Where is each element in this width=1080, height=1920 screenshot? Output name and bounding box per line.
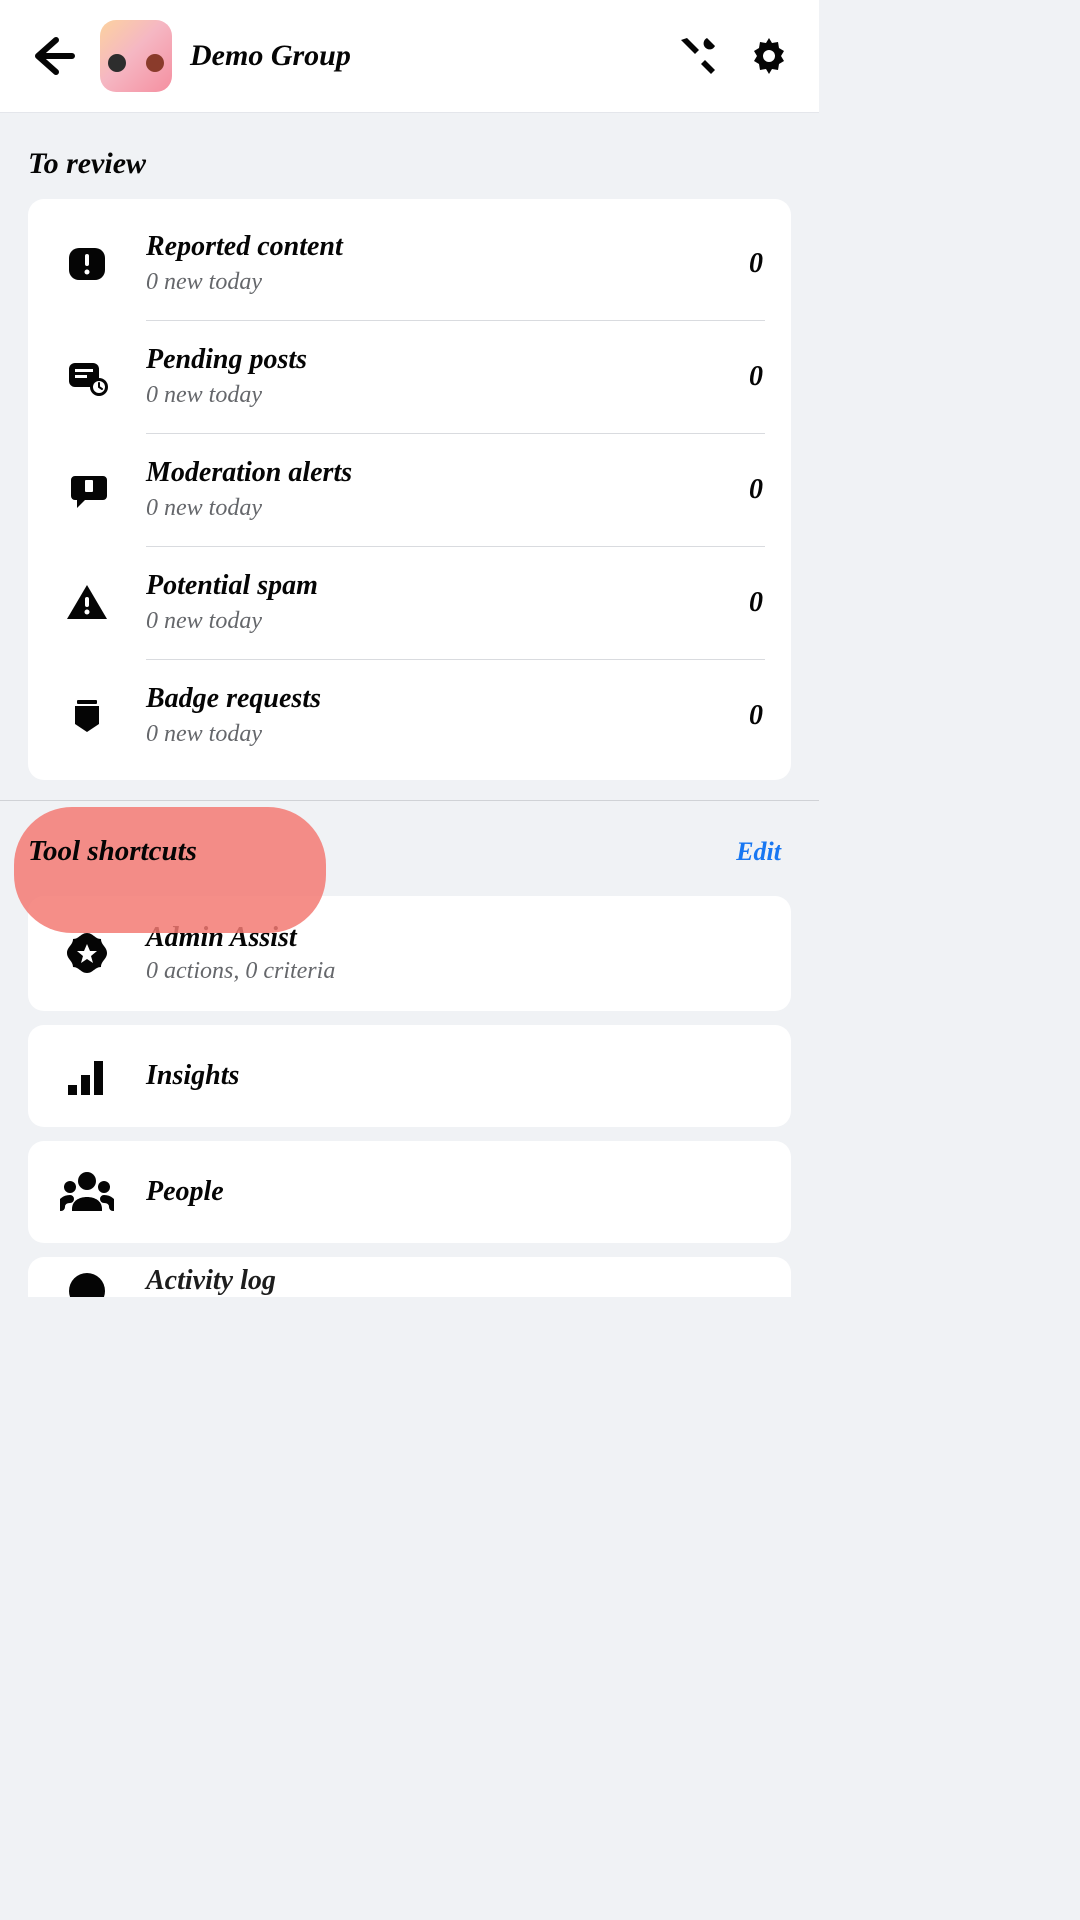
review-item-reported-content[interactable]: Reported content 0 new today 0 bbox=[28, 207, 791, 320]
admin-assist-icon bbox=[62, 929, 112, 979]
review-item-title: Moderation alerts bbox=[146, 457, 749, 489]
review-item-count: 0 bbox=[749, 700, 791, 732]
tool-item-title: Insights bbox=[146, 1060, 791, 1092]
review-item-moderation-alerts[interactable]: Moderation alerts 0 new today 0 bbox=[28, 433, 791, 546]
review-item-count: 0 bbox=[749, 361, 791, 393]
review-item-potential-spam[interactable]: Potential spam 0 new today 0 bbox=[28, 546, 791, 659]
tool-item-title: People bbox=[146, 1176, 791, 1208]
gear-icon bbox=[747, 34, 791, 78]
tool-shortcuts-heading: Tool shortcuts bbox=[28, 835, 197, 868]
activity-log-icon bbox=[65, 1269, 109, 1297]
review-item-count: 0 bbox=[749, 248, 791, 280]
highlight-annotation bbox=[14, 807, 326, 933]
app-header: Demo Group bbox=[0, 0, 819, 113]
badge-icon bbox=[65, 694, 109, 738]
review-item-subtitle: 0 new today bbox=[146, 269, 749, 296]
settings-button[interactable] bbox=[747, 34, 791, 78]
tool-shortcuts-header: Tool shortcuts Edit bbox=[0, 801, 819, 896]
exclamation-square-icon bbox=[65, 242, 109, 286]
review-item-title: Pending posts bbox=[146, 344, 749, 376]
tool-item-title: Activity log bbox=[146, 1265, 791, 1297]
review-item-count: 0 bbox=[749, 587, 791, 619]
review-item-title: Reported content bbox=[146, 231, 749, 263]
edit-link[interactable]: Edit bbox=[736, 837, 781, 867]
review-item-pending-posts[interactable]: Pending posts 0 new today 0 bbox=[28, 320, 791, 433]
speech-flag-icon bbox=[65, 468, 109, 512]
arrow-left-icon bbox=[28, 32, 76, 80]
review-item-subtitle: 0 new today bbox=[146, 608, 749, 635]
review-item-subtitle: 0 new today bbox=[146, 382, 749, 409]
to-review-card: Reported content 0 new today 0 Pending p… bbox=[28, 199, 791, 780]
tools-button[interactable] bbox=[675, 34, 719, 78]
people-icon bbox=[60, 1167, 114, 1217]
review-item-subtitle: 0 new today bbox=[146, 495, 749, 522]
review-item-count: 0 bbox=[749, 474, 791, 506]
insights-bar-icon bbox=[62, 1051, 112, 1101]
review-item-subtitle: 0 new today bbox=[146, 721, 749, 748]
to-review-heading: To review bbox=[0, 113, 819, 199]
warning-triangle-icon bbox=[65, 581, 109, 625]
pending-posts-icon bbox=[65, 355, 109, 399]
group-title[interactable]: Demo Group bbox=[190, 39, 675, 73]
review-item-badge-requests[interactable]: Badge requests 0 new today 0 bbox=[28, 659, 791, 772]
review-item-title: Badge requests bbox=[146, 683, 749, 715]
group-avatar[interactable] bbox=[100, 20, 172, 92]
wrench-screwdriver-icon bbox=[675, 34, 719, 78]
back-button[interactable] bbox=[28, 32, 76, 80]
tool-item-subtitle: 0 actions, 0 criteria bbox=[146, 958, 791, 985]
tool-item-insights[interactable]: Insights bbox=[28, 1025, 791, 1127]
tool-item-people[interactable]: People bbox=[28, 1141, 791, 1243]
tool-item-activity-log[interactable]: Activity log bbox=[28, 1257, 791, 1297]
review-item-title: Potential spam bbox=[146, 570, 749, 602]
